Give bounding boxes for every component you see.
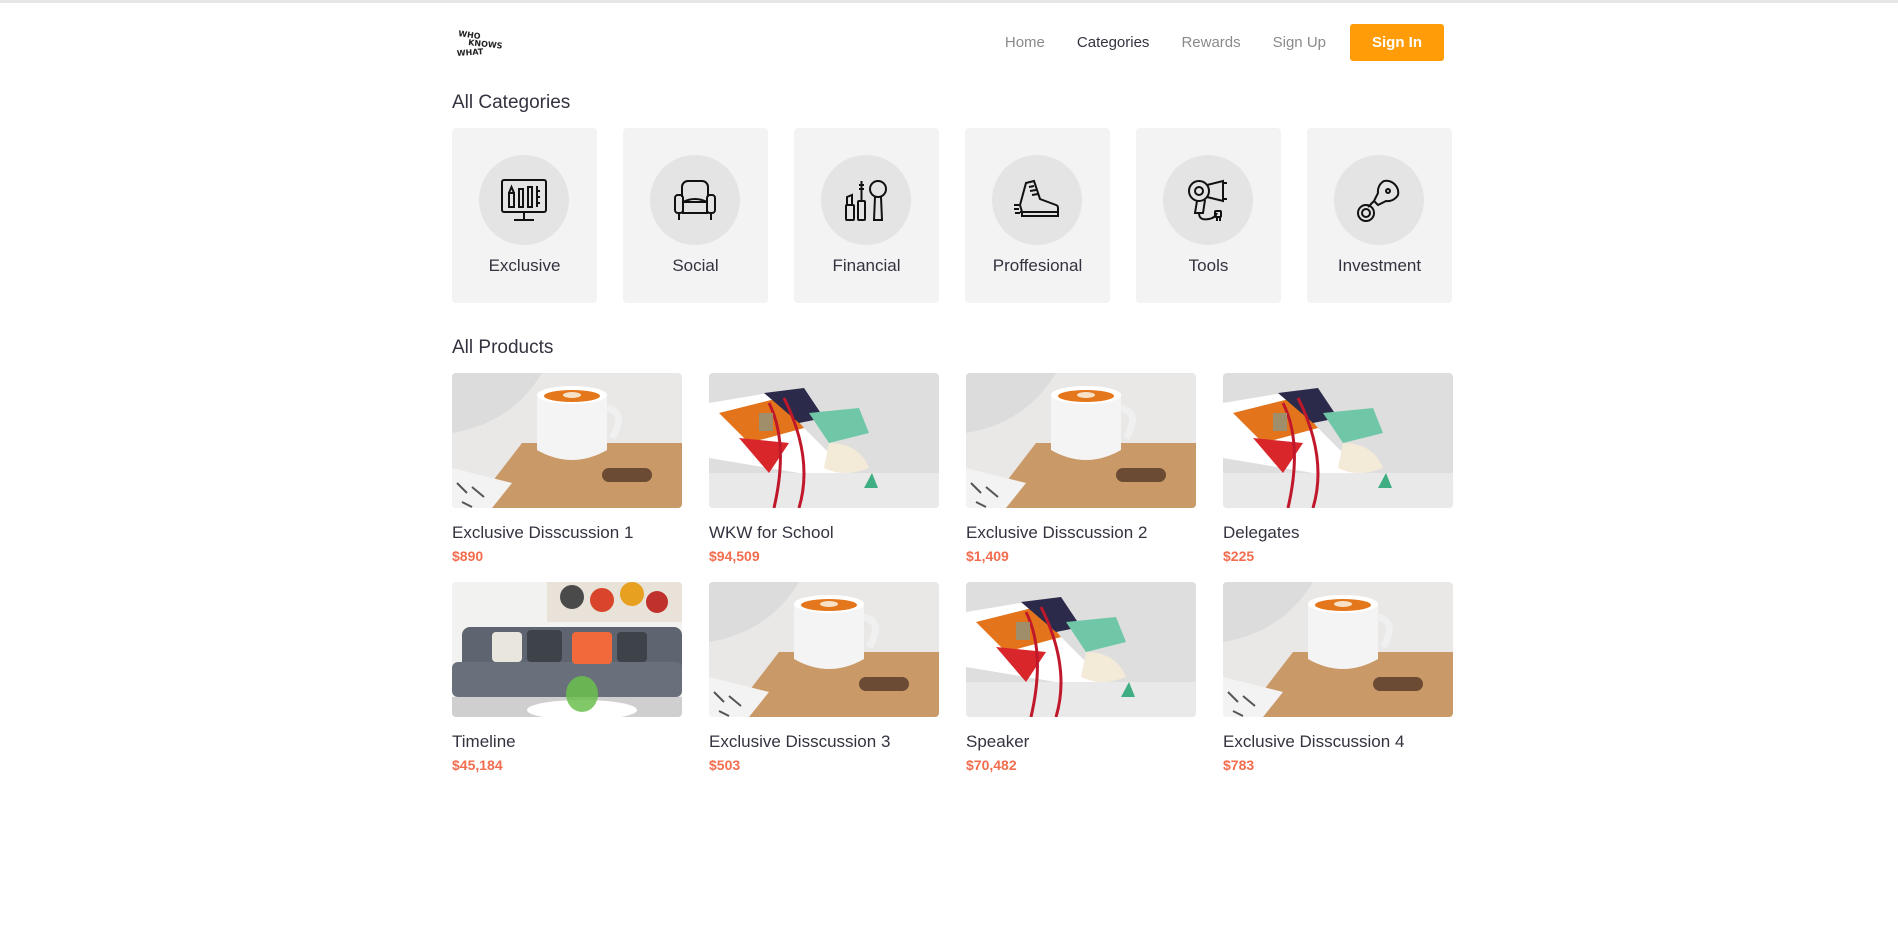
- product-image-coffee[interactable]: [966, 373, 1196, 508]
- product-card[interactable]: Speaker $70,482: [966, 582, 1196, 791]
- cosmetics-icon: [845, 180, 887, 221]
- category-card-tools[interactable]: Tools: [1136, 128, 1281, 303]
- category-card-proffesional[interactable]: Proffesional: [965, 128, 1110, 303]
- product-card[interactable]: Exclusive Disscussion 3 $503: [709, 582, 939, 791]
- product-price: $94,509: [709, 548, 760, 564]
- product-image-sofa[interactable]: [452, 582, 682, 717]
- category-icon-circle: [1334, 155, 1424, 245]
- product-image-sneaker[interactable]: [966, 582, 1196, 717]
- product-name[interactable]: Speaker: [966, 732, 1196, 752]
- product-name[interactable]: Delegates: [1223, 523, 1453, 543]
- product-card[interactable]: Exclusive Disscussion 4 $783: [1223, 582, 1453, 791]
- sneaker-icon: [1014, 179, 1059, 217]
- category-icon-circle: [1163, 155, 1253, 245]
- product-price: $225: [1223, 548, 1255, 564]
- pacifier-icon: [1357, 179, 1400, 222]
- product-name[interactable]: WKW for School: [709, 523, 939, 543]
- product-card[interactable]: Exclusive Disscussion 1 $890: [452, 373, 682, 582]
- product-card[interactable]: Timeline $45,184: [452, 582, 682, 791]
- product-name[interactable]: Exclusive Disscussion 4: [1223, 732, 1453, 752]
- product-name[interactable]: Exclusive Disscussion 3: [709, 732, 939, 752]
- hair-dryer-icon: [1188, 179, 1227, 221]
- nav-rewards[interactable]: Rewards: [1181, 34, 1240, 51]
- products-title: All Products: [452, 337, 554, 358]
- nav-sign-up[interactable]: Sign Up: [1273, 34, 1326, 51]
- main-nav: Home Categories Rewards Sign Up Sign In: [973, 24, 1444, 61]
- category-card-exclusive[interactable]: Exclusive: [452, 128, 597, 303]
- product-price: $1,409: [966, 548, 1009, 564]
- category-label: Financial: [832, 256, 901, 275]
- category-label: Exclusive: [488, 256, 561, 275]
- category-label: Investment: [1337, 256, 1422, 275]
- product-name[interactable]: Timeline: [452, 732, 682, 752]
- category-card-financial[interactable]: Financial: [794, 128, 939, 303]
- brand-logo[interactable]: WHO KNOWS WHAT: [456, 26, 508, 60]
- sign-in-button[interactable]: Sign In: [1350, 24, 1444, 61]
- category-label: Tools: [1188, 256, 1229, 275]
- category-label: Proffesional: [992, 256, 1083, 275]
- product-image-coffee[interactable]: [709, 582, 939, 717]
- category-icon-circle: [479, 155, 569, 245]
- product-card[interactable]: Exclusive Disscussion 2 $1,409: [966, 373, 1196, 582]
- category-icon-circle: [650, 155, 740, 245]
- header: WHO KNOWS WHAT Home Categories Rewards S…: [452, 0, 1452, 80]
- category-icon-circle: [992, 155, 1082, 245]
- category-label: Social: [672, 256, 719, 275]
- product-image-sneaker[interactable]: [709, 373, 939, 508]
- categories-title: All Categories: [452, 92, 571, 113]
- category-icon-circle: [821, 155, 911, 245]
- nav-home[interactable]: Home: [1005, 34, 1045, 51]
- monitor-tools-icon: [501, 179, 547, 221]
- armchair-icon: [674, 180, 716, 220]
- products-grid: Exclusive Disscussion 1 $890 WKW for Sch…: [452, 373, 1453, 791]
- product-price: $783: [1223, 757, 1255, 773]
- nav-categories[interactable]: Categories: [1077, 34, 1150, 51]
- product-image-coffee[interactable]: [452, 373, 682, 508]
- product-price: $45,184: [452, 757, 503, 773]
- product-price: $503: [709, 757, 741, 773]
- product-card[interactable]: Delegates $225: [1223, 373, 1453, 582]
- product-card[interactable]: WKW for School $94,509: [709, 373, 939, 582]
- categories-list: Exclusive Social Financial Proffesional …: [452, 128, 1452, 303]
- product-image-sneaker[interactable]: [1223, 373, 1453, 508]
- product-name[interactable]: Exclusive Disscussion 1: [452, 523, 682, 543]
- logo-word-3: WHAT: [457, 47, 485, 58]
- product-name[interactable]: Exclusive Disscussion 2: [966, 523, 1196, 543]
- category-card-social[interactable]: Social: [623, 128, 768, 303]
- category-card-investment[interactable]: Investment: [1307, 128, 1452, 303]
- product-price: $70,482: [966, 757, 1017, 773]
- page-container: WHO KNOWS WHAT Home Categories Rewards S…: [452, 0, 1453, 773]
- product-image-coffee[interactable]: [1223, 582, 1453, 717]
- product-price: $890: [452, 548, 484, 564]
